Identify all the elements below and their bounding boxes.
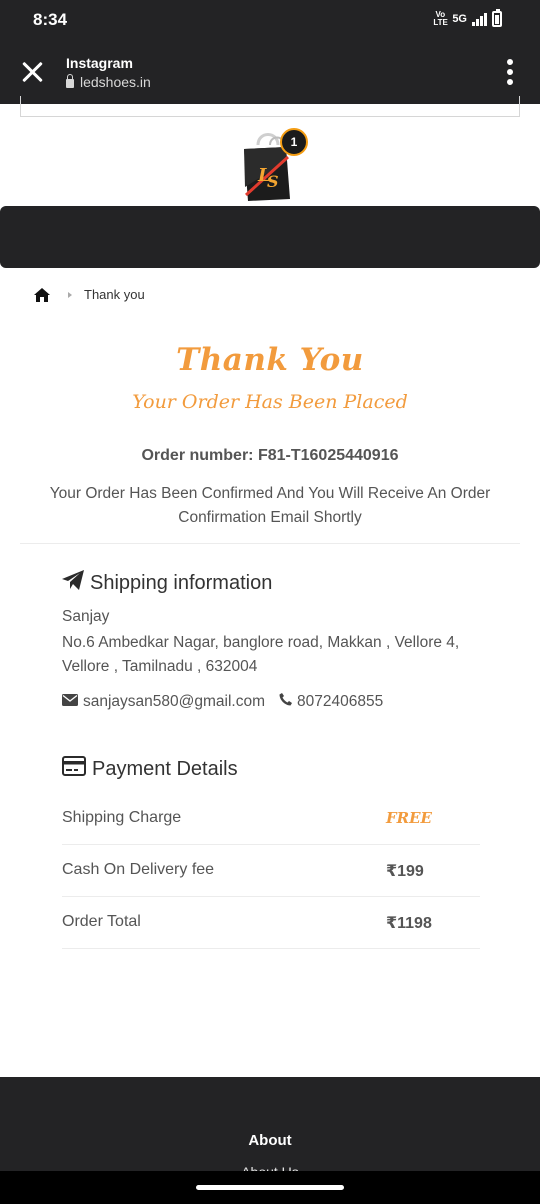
- home-icon[interactable]: [34, 287, 50, 302]
- breadcrumb-current: Thank you: [84, 287, 145, 302]
- cart-count-badge[interactable]: 1: [280, 128, 308, 156]
- shipping-heading: Shipping information: [62, 570, 272, 596]
- payment-row-cod-fee: Cash On Delivery fee ₹199: [62, 845, 480, 897]
- svg-text:S: S: [267, 172, 279, 191]
- status-icons: Vo LTE 5G: [433, 9, 502, 27]
- payment-value: FREE: [386, 809, 432, 827]
- payment-heading: Payment Details: [62, 756, 238, 782]
- browser-toolbar: Instagram ledshoes.in: [0, 40, 540, 104]
- status-time: 8:34: [33, 10, 68, 29]
- shipping-address: No.6 Ambedkar Nagar, banglore road, Makk…: [62, 634, 460, 675]
- footer-about-heading: About: [248, 1132, 292, 1149]
- signal-icon: [472, 12, 487, 26]
- payment-label: Cash On Delivery fee: [62, 861, 215, 878]
- site-nav-bar[interactable]: [0, 206, 540, 268]
- search-input[interactable]: [20, 96, 520, 117]
- confirmation-message: Your Order Has Been Confirmed And You Wi…: [49, 485, 491, 526]
- shipping-heading-text: Shipping information: [90, 571, 273, 594]
- email-item: sanjaysan580@gmail.com: [62, 693, 265, 711]
- shipping-phone: 8072406855: [297, 693, 384, 710]
- browser-url[interactable]: ledshoes.in: [66, 74, 151, 90]
- thank-you-title: Thank You: [176, 342, 364, 378]
- order-number: Order number: F81-T16025440916: [141, 447, 399, 464]
- phone-item: 8072406855: [279, 693, 383, 711]
- lock-icon: [66, 74, 74, 88]
- battery-icon: [492, 9, 502, 27]
- payment-table: Shipping Charge FREE Cash On Delivery fe…: [62, 793, 480, 949]
- payment-label: Shipping Charge: [62, 809, 182, 826]
- breadcrumb: Thank you: [34, 287, 145, 302]
- divider: [20, 543, 520, 544]
- payment-value: ₹1198: [386, 915, 432, 932]
- browser-title: Instagram: [66, 55, 133, 71]
- payment-label: Order Total: [62, 913, 141, 930]
- phone-icon: [279, 693, 293, 711]
- more-options-button[interactable]: [506, 59, 514, 85]
- home-indicator[interactable]: [196, 1185, 344, 1190]
- credit-card-icon: [62, 756, 86, 782]
- payment-heading-text: Payment Details: [92, 757, 238, 780]
- network-type: 5G: [452, 13, 467, 25]
- shipping-name: Sanjay: [62, 608, 110, 625]
- payment-value: ₹199: [386, 863, 424, 880]
- url-text: ledshoes.in: [80, 74, 151, 90]
- shipping-email: sanjaysan580@gmail.com: [83, 693, 266, 710]
- payment-row-shipping: Shipping Charge FREE: [62, 793, 480, 845]
- envelope-icon: [62, 693, 78, 711]
- status-bar: 8:34 Vo LTE 5G: [0, 0, 540, 40]
- close-browser-button[interactable]: [20, 60, 44, 84]
- paper-plane-icon: [62, 570, 84, 596]
- payment-row-total: Order Total ₹1198: [62, 897, 480, 949]
- volte-icon: Vo LTE: [433, 10, 448, 27]
- contact-row: sanjaysan580@gmail.com 8072406855: [62, 693, 383, 711]
- order-placed-subtitle: Your Order Has Been Placed: [132, 391, 408, 413]
- chevron-right-icon: [68, 291, 72, 298]
